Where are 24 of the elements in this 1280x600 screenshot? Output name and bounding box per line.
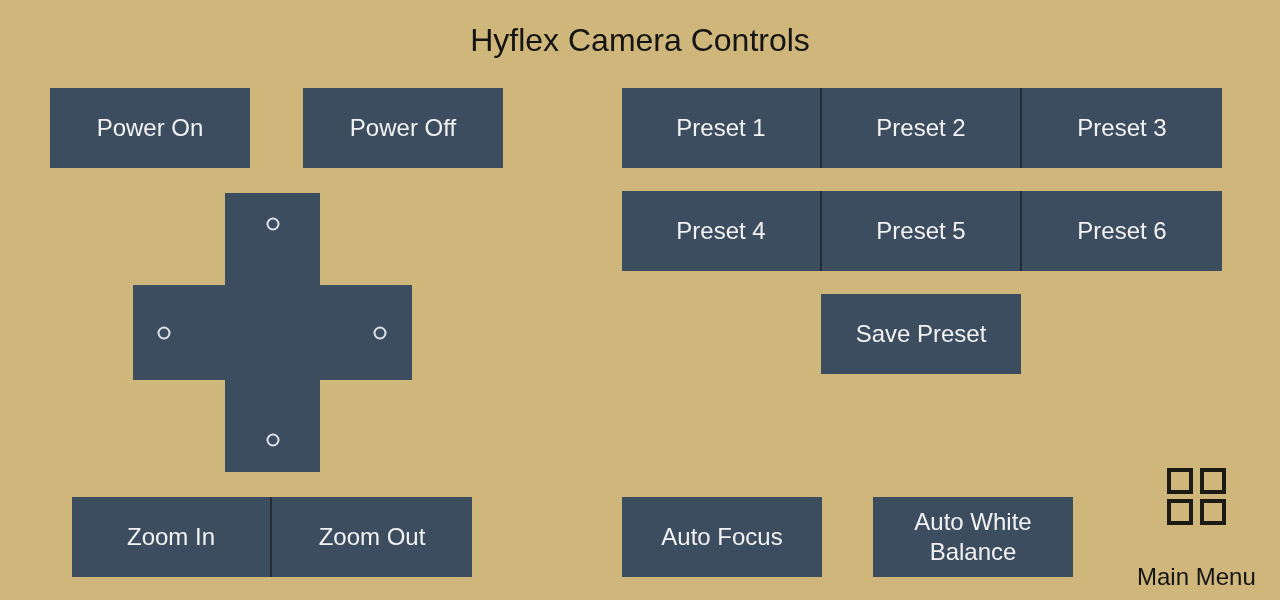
power-button[interactable]: Power On	[50, 88, 250, 168]
circle-icon	[265, 433, 280, 447]
pan-up-button[interactable]	[225, 193, 320, 285]
preset-button[interactable]: Preset 5	[822, 191, 1022, 271]
main-menu-button[interactable]: Main Menu	[1137, 468, 1256, 592]
preset-button[interactable]: Preset 2	[822, 88, 1022, 168]
preset-button[interactable]: Preset 4	[622, 191, 822, 271]
preset-button[interactable]: Preset 6	[1022, 191, 1222, 271]
camera-button[interactable]: Auto White Balance	[873, 497, 1073, 577]
grid-icon	[1166, 468, 1226, 525]
pan-down-button[interactable]	[225, 380, 320, 472]
circle-icon	[157, 325, 171, 340]
pan-right-button[interactable]	[320, 285, 412, 380]
power-button[interactable]: Power Off	[303, 88, 503, 168]
pan-left-button[interactable]	[133, 285, 225, 380]
preset-button[interactable]: Preset 1	[622, 88, 822, 168]
camera-button[interactable]: Auto Focus	[622, 497, 822, 577]
zoom-button[interactable]: Zoom In	[72, 497, 272, 577]
circle-icon	[373, 325, 387, 340]
preset-button[interactable]: Preset 3	[1022, 88, 1222, 168]
save-preset-button[interactable]: Save Preset	[821, 294, 1021, 374]
page-title: Hyflex Camera Controls	[470, 21, 810, 60]
zoom-button[interactable]: Zoom Out	[272, 497, 472, 577]
circle-icon	[265, 217, 280, 231]
